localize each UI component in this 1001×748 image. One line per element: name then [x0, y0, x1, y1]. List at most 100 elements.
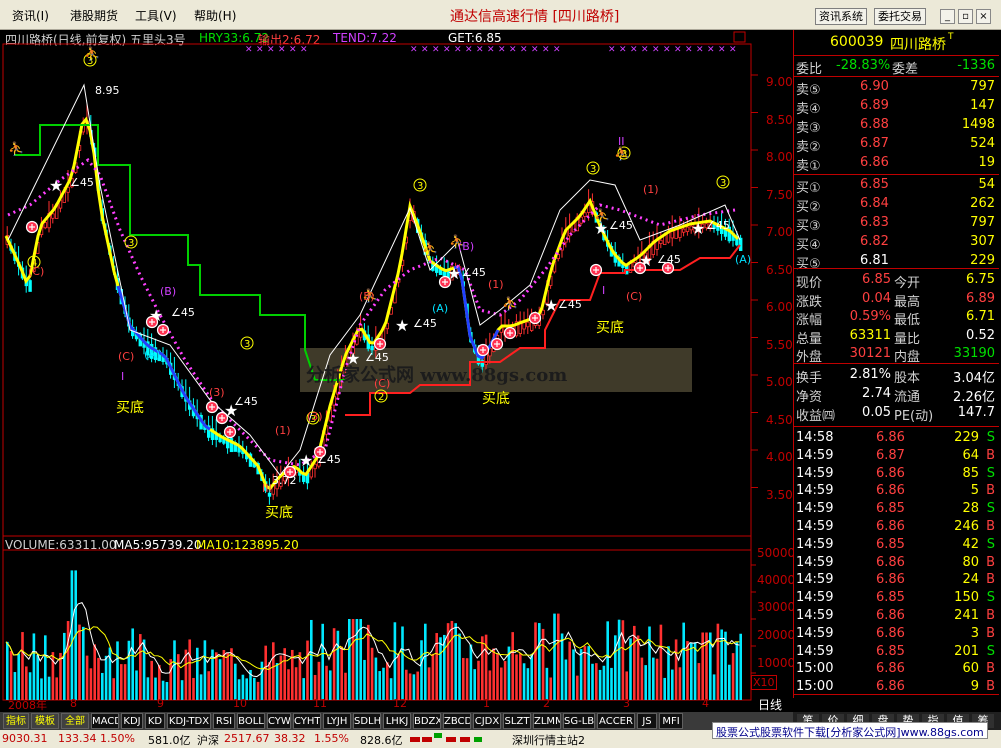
indicator-tab[interactable]: CYW — [267, 713, 291, 729]
indicator-tab[interactable]: BOLL — [237, 713, 265, 729]
wave-3-icon: 3 — [590, 164, 596, 175]
volume-bar — [47, 676, 51, 700]
indicator-tab[interactable]: 全部 — [61, 713, 89, 729]
volume-bar — [674, 639, 678, 700]
indicator-tab[interactable]: LHKJ — [383, 713, 411, 729]
stat-label: PE(动) — [894, 409, 934, 424]
indicator-tab[interactable]: 指标 — [3, 713, 29, 729]
volume-bar — [93, 644, 96, 700]
tick-row: 14:59 6.85 28 S — [794, 500, 999, 518]
tick-row: 14:59 6.86 80 B — [794, 554, 999, 572]
restore-icon[interactable]: ▫ — [958, 9, 973, 24]
indicator-tab[interactable]: KDJ-TDX — [167, 713, 211, 729]
buy-level-price: 6.85 — [860, 177, 889, 192]
volume-bar — [564, 659, 568, 700]
indicator-tab[interactable]: KD — [145, 713, 165, 729]
wei-bi-value: -28.83% — [836, 58, 891, 73]
indicator-tab[interactable]: CYHT — [293, 713, 321, 729]
volume-bar — [363, 659, 366, 700]
tick-side: B — [986, 679, 995, 695]
volume-bar — [462, 657, 465, 700]
stat-value: 6.71 — [966, 309, 995, 324]
volume-bar — [165, 681, 169, 700]
volume-bar — [17, 653, 20, 700]
volume-bar — [302, 678, 305, 700]
volume-bar — [728, 664, 731, 700]
x10-badge[interactable]: X10 — [751, 675, 777, 690]
tick-time: 14:59 — [796, 483, 834, 499]
volume-bar — [503, 661, 507, 700]
indicator-tab[interactable]: MACD — [91, 713, 119, 729]
period-label[interactable]: 日线 — [758, 696, 782, 713]
indicator-tab[interactable]: SDLH — [353, 713, 381, 729]
month-label: 10 — [233, 697, 247, 710]
volume-bar — [131, 628, 134, 700]
volume-bar — [272, 642, 275, 700]
indicator-tab[interactable]: ACCER — [597, 713, 635, 729]
volume-bar — [652, 657, 655, 700]
candle-body — [522, 322, 526, 330]
ad-banner[interactable]: 股票公式股票软件下载[分析家公式网]www.88gs.com — [712, 722, 988, 739]
volume-bar — [690, 642, 693, 700]
stat-value: 6.75 — [966, 272, 995, 287]
menu-info[interactable]: 资讯(I) — [12, 7, 49, 24]
volume-bar — [135, 670, 138, 700]
angle-label: ∠45 — [462, 266, 486, 279]
indicator-tab[interactable]: 模板 — [31, 713, 59, 729]
volume-bar — [621, 620, 625, 700]
tick-price: 6.85 — [876, 536, 905, 552]
indicator-tab[interactable]: ZBCD — [443, 713, 471, 729]
volume-bar — [215, 652, 218, 700]
app-window: { "menubar":{"items":["资讯(I)","港股期货","工具… — [0, 0, 1001, 748]
idx2-pct: 1.55% — [314, 732, 349, 745]
angle-label: ∠45 — [365, 351, 389, 364]
stat-label: 收益㈣ — [796, 409, 836, 424]
signal-cross-icon: ✕ — [696, 45, 704, 55]
trade-button[interactable]: 委托交易 — [874, 8, 926, 25]
minimize-icon[interactable]: _ — [940, 9, 955, 24]
indicator-tab[interactable]: SLZT — [503, 713, 531, 729]
indicator-tab[interactable]: ZLMM — [533, 713, 561, 729]
angle-label: ∠45 — [413, 317, 437, 330]
volume-bar — [203, 640, 207, 700]
indicator-tab[interactable]: JS — [637, 713, 657, 729]
sell-level-price: 6.88 — [860, 117, 889, 132]
menu-bar: 资讯(I) 港股期货 工具(V) 帮助(H) 通达信高速行情 [四川路桥] 资讯… — [0, 0, 1001, 30]
quote-stat-row: 现价 6.85 今开 6.75 — [794, 271, 999, 291]
indicator-tab[interactable]: KDJ — [121, 713, 143, 729]
menu-tools[interactable]: 工具(V) — [135, 7, 177, 24]
menu-hk-futures[interactable]: 港股期货 — [70, 7, 118, 24]
indicator-tab[interactable]: BDZX — [413, 713, 441, 729]
tick-time: 15:00 — [796, 679, 834, 695]
buy-bottom-label: 买底 — [596, 320, 624, 336]
volume-bar — [32, 633, 36, 700]
vol-tick: 30000 — [757, 600, 796, 614]
feed-name[interactable]: 深圳行情主站2 — [512, 732, 585, 748]
tick-side: B — [986, 625, 995, 641]
volume-bar — [127, 640, 131, 700]
tick-price: 6.87 — [876, 447, 905, 463]
volume-bar — [538, 623, 541, 700]
buy-level-volume: 54 — [978, 177, 995, 192]
indicator-tab[interactable]: RSI — [213, 713, 235, 729]
volume-bar — [256, 681, 260, 700]
volume-bar — [427, 667, 431, 700]
volume-bar — [397, 654, 400, 700]
signal-cross-icon: ✕ — [289, 45, 297, 55]
signal-cross-icon: ✕ — [685, 45, 693, 55]
indicator-tab[interactable]: SG-LB — [563, 713, 595, 729]
tick-volume: 3 — [970, 625, 979, 641]
wave-label-3: (3) — [307, 410, 323, 423]
tick-price: 6.86 — [876, 519, 905, 534]
indicator-tab[interactable]: MFI — [659, 713, 683, 729]
idx2-name: 沪深 — [197, 734, 219, 747]
idx2-amount: 828.6亿 — [360, 734, 403, 747]
angle-label: ∠45 — [609, 219, 633, 232]
close-icon[interactable]: × — [976, 9, 991, 24]
indicator-tab[interactable]: CJDX — [473, 713, 501, 729]
menu-help[interactable]: 帮助(H) — [194, 7, 236, 24]
info-system-button[interactable]: 资讯系统 — [815, 8, 867, 25]
volume-bar — [359, 619, 362, 700]
wave-label-1: (1) — [275, 424, 291, 437]
indicator-tab[interactable]: LYJH — [323, 713, 351, 729]
